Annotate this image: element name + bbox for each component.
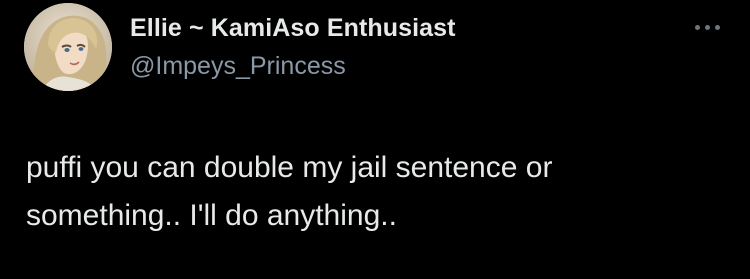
tweet-card[interactable]: Ellie ~ KamiAso Enthusiast @Impeys_Princ… xyxy=(0,0,750,279)
author-display-name[interactable]: Ellie ~ KamiAso Enthusiast xyxy=(130,14,456,43)
tweet-text: puffi you can double my jail sentence or… xyxy=(26,151,553,232)
more-dot xyxy=(715,25,720,30)
more-options-icon[interactable] xyxy=(693,20,723,36)
author-handle[interactable]: @Impeys_Princess xyxy=(130,52,346,81)
more-dot xyxy=(695,25,700,30)
avatar[interactable] xyxy=(24,3,112,91)
avatar-image xyxy=(24,3,112,91)
more-dot xyxy=(705,25,710,30)
